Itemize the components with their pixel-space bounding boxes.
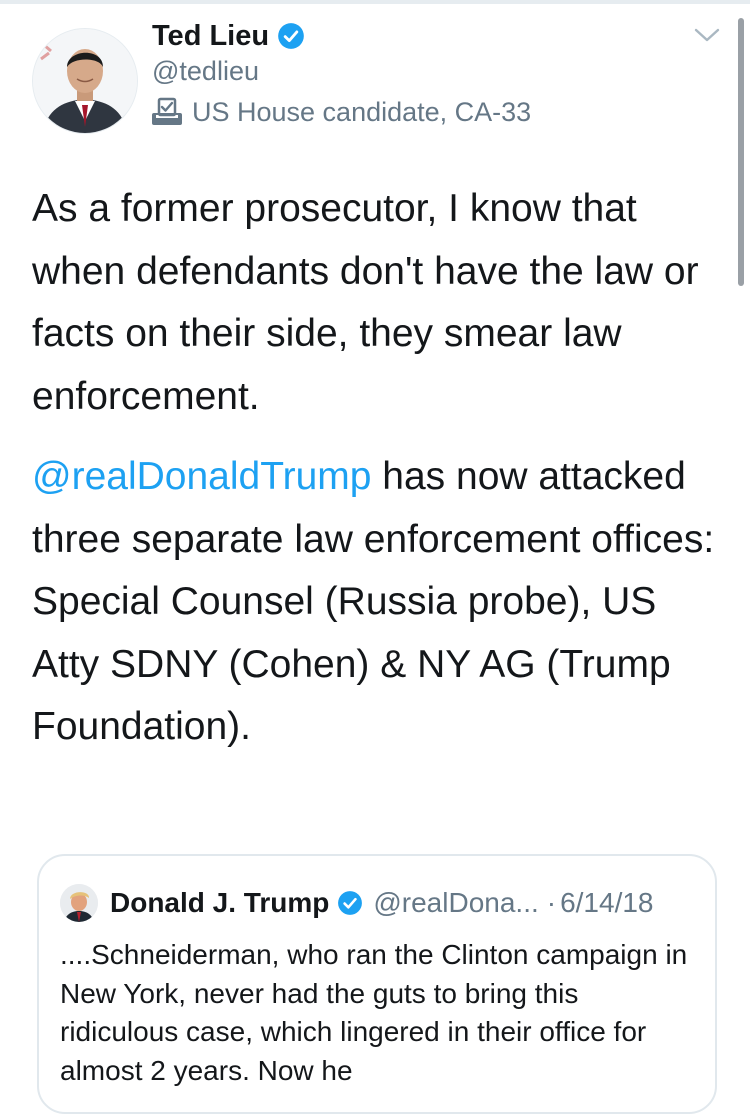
account-label: US House candidate, CA-33 xyxy=(150,92,531,132)
quoted-tweet-card[interactable]: Donald J. Trump @realDona... · 6/14/18 .… xyxy=(37,854,717,1114)
author-name[interactable]: Ted Lieu xyxy=(152,20,269,53)
separator-dot: · xyxy=(546,887,557,918)
author-row: Ted Lieu xyxy=(152,18,305,54)
scrollbar[interactable] xyxy=(738,18,744,286)
chevron-down-icon[interactable] xyxy=(694,26,720,44)
tweet-paragraph-2: @realDonaldTrump has now attacked three … xyxy=(32,446,722,759)
quoted-text: ....Schneiderman, who ran the Clinton ca… xyxy=(60,939,688,1086)
quoted-handle[interactable]: @realDona... xyxy=(373,887,538,919)
verified-badge-icon xyxy=(337,890,363,916)
ballot-box-icon xyxy=(150,97,184,127)
label-text: US House candidate, CA-33 xyxy=(192,96,532,127)
quoted-author-name[interactable]: Donald J. Trump xyxy=(110,887,329,919)
quoted-header: Donald J. Trump @realDona... · 6/14/18 xyxy=(110,884,654,922)
tweet-paragraph-1: As a former prosecutor, I know that when… xyxy=(32,187,699,418)
verified-badge-icon xyxy=(277,22,305,50)
avatar[interactable] xyxy=(32,28,138,134)
quoted-date[interactable]: 6/14/18 xyxy=(560,887,653,919)
mention-link[interactable]: @realDonaldTrump xyxy=(32,455,371,498)
quoted-avatar[interactable] xyxy=(60,884,98,922)
top-divider xyxy=(0,0,750,4)
author-handle[interactable]: @tedlieu xyxy=(152,56,259,87)
tweet-paragraph-2-text: has now attacked three separate law enfo… xyxy=(32,455,715,748)
tweet-text: As a former prosecutor, I know that when… xyxy=(32,178,722,759)
